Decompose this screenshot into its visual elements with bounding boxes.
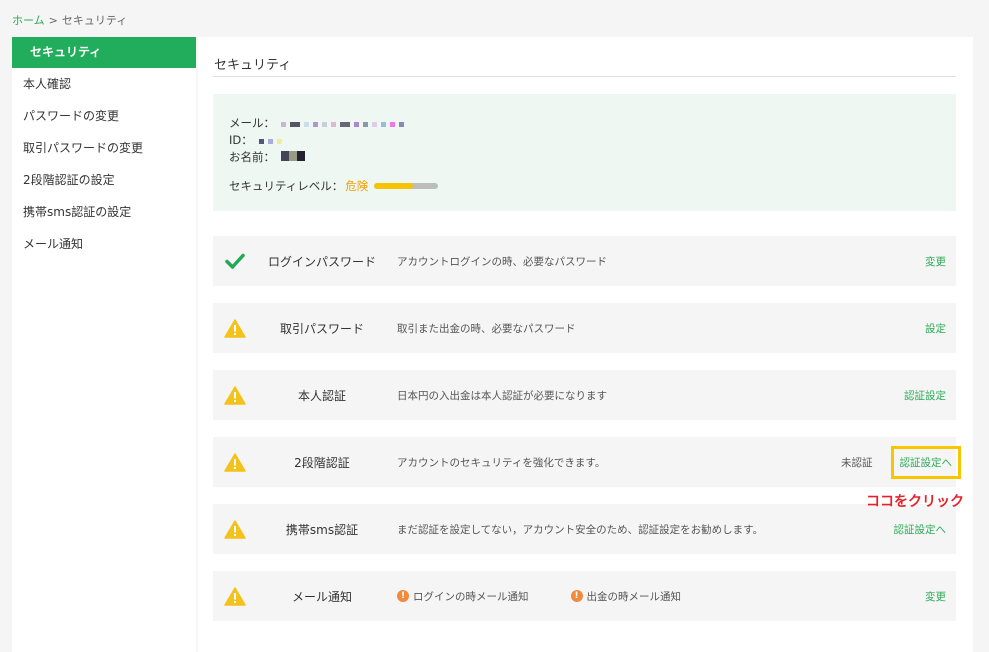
mail-option-login: ! ログインの時メール通知 <box>397 589 529 604</box>
warning-icon <box>213 519 257 539</box>
mail-option-withdraw: ! 出金の時メール通知 <box>570 589 682 604</box>
sidebar-item-password-change[interactable]: パスワードの変更 <box>12 100 196 132</box>
security-level-bar <box>374 183 439 189</box>
alert-circle-icon: ! <box>397 590 409 602</box>
security-level-value: 危険 <box>345 179 369 193</box>
security-row-sms: 携帯sms認証 まだ認証を設定してない，アカウント安全のため、認証設定をお勧めし… <box>213 504 956 554</box>
row-desc: 取引また出金の時、必要なパスワード <box>397 322 576 335</box>
breadcrumb-separator: > <box>48 14 58 27</box>
identity-verify-link[interactable]: 認証設定 <box>904 388 946 403</box>
check-icon <box>213 253 257 269</box>
row-name: 本人認証 <box>297 388 346 403</box>
security-level-fill <box>374 183 413 189</box>
warning-icon <box>213 385 257 405</box>
sidebar-item-trade-password-change[interactable]: 取引パスワードの変更 <box>12 132 196 164</box>
account-info-box: メール： ID： お名前： セキュリティレベル： 危険 <box>213 94 956 211</box>
row-name: 携帯sms認証 <box>285 522 359 537</box>
sidebar-item-mail-notification[interactable]: メール通知 <box>12 228 196 260</box>
sidebar-item-identity[interactable]: 本人確認 <box>12 68 196 100</box>
warning-icon <box>213 586 257 606</box>
mail-notification-change-link[interactable]: 変更 <box>925 589 946 604</box>
mail-option-label: ログインの時メール通知 <box>413 590 529 603</box>
security-row-identity: 本人認証 日本円の入出金は本人認証が必要になります 認証設定 <box>213 370 956 420</box>
warning-icon <box>213 318 257 338</box>
breadcrumb-home-link[interactable]: ホーム <box>12 14 45 27</box>
mail-option-label: 出金の時メール通知 <box>586 590 682 603</box>
2fa-setup-link[interactable]: 認証設定へ <box>890 445 961 479</box>
main-panel: セキュリティ メール： ID： お名前： セキュリティレベル： 危険 ログインパ… <box>198 37 973 652</box>
row-name: 2段階認証 <box>294 455 350 470</box>
name-label: お名前： <box>229 149 275 164</box>
row-desc: まだ認証を設定してない，アカウント安全のため、認証設定をお勧めします。 <box>397 523 764 536</box>
sidebar: セキュリティ 本人確認 パスワードの変更 取引パスワードの変更 2段階認証の設定… <box>12 37 196 652</box>
mail-options: ! ログインの時メール通知 ! 出金の時メール通知 <box>397 589 925 604</box>
security-row-login-password: ログインパスワード アカウントログインの時、必要なパスワード 変更 <box>213 236 956 286</box>
name-line: お名前： <box>229 148 956 165</box>
id-value-redacted <box>258 133 286 147</box>
breadcrumb-current: セキュリティ <box>61 14 128 27</box>
alert-circle-icon: ! <box>570 590 583 602</box>
name-value-redacted <box>281 150 309 164</box>
mail-value-redacted <box>281 116 408 130</box>
id-label: ID： <box>229 132 253 147</box>
row-name: ログインパスワード <box>267 254 376 269</box>
login-password-change-link[interactable]: 変更 <box>925 254 946 269</box>
security-level-line: セキュリティレベル： 危険 <box>229 178 956 194</box>
sidebar-item-2fa-settings[interactable]: 2段階認証の設定 <box>12 164 196 196</box>
sidebar-item-sms-settings[interactable]: 携帯sms認証の設定 <box>12 196 196 228</box>
2fa-status: 未認証 <box>841 456 873 469</box>
title-divider <box>213 76 956 77</box>
mail-label: メール： <box>229 115 275 130</box>
breadcrumb: ホーム > セキュリティ <box>12 12 127 28</box>
page-title: セキュリティ <box>214 58 292 73</box>
row-name: メール通知 <box>291 589 352 604</box>
security-row-mail-notification: メール通知 ! ログインの時メール通知 ! 出金の時メール通知 変更 <box>213 571 956 621</box>
mail-line: メール： <box>229 114 956 131</box>
security-row-trade-password: 取引パスワード 取引また出金の時、必要なパスワード 設定 <box>213 303 956 353</box>
row-desc: 日本円の入出金は本人認証が必要になります <box>397 389 607 402</box>
security-row-2fa: 2段階認証 アカウントのセキュリティを強化できます。 未認証 認証設定へ <box>213 437 961 487</box>
sms-setup-link[interactable]: 認証設定へ <box>894 522 947 537</box>
row-desc: アカウントのセキュリティを強化できます。 <box>397 456 606 469</box>
warning-icon <box>213 452 257 472</box>
trade-password-set-link[interactable]: 設定 <box>925 321 946 336</box>
row-name: 取引パスワード <box>279 321 364 336</box>
id-line: ID： <box>229 131 956 148</box>
sidebar-item-security[interactable]: セキュリティ <box>12 37 196 68</box>
row-desc: アカウントログインの時、必要なパスワード <box>397 255 607 268</box>
click-here-annotation: ココをクリック <box>866 494 964 510</box>
security-level-label: セキュリティレベル： <box>229 179 344 193</box>
